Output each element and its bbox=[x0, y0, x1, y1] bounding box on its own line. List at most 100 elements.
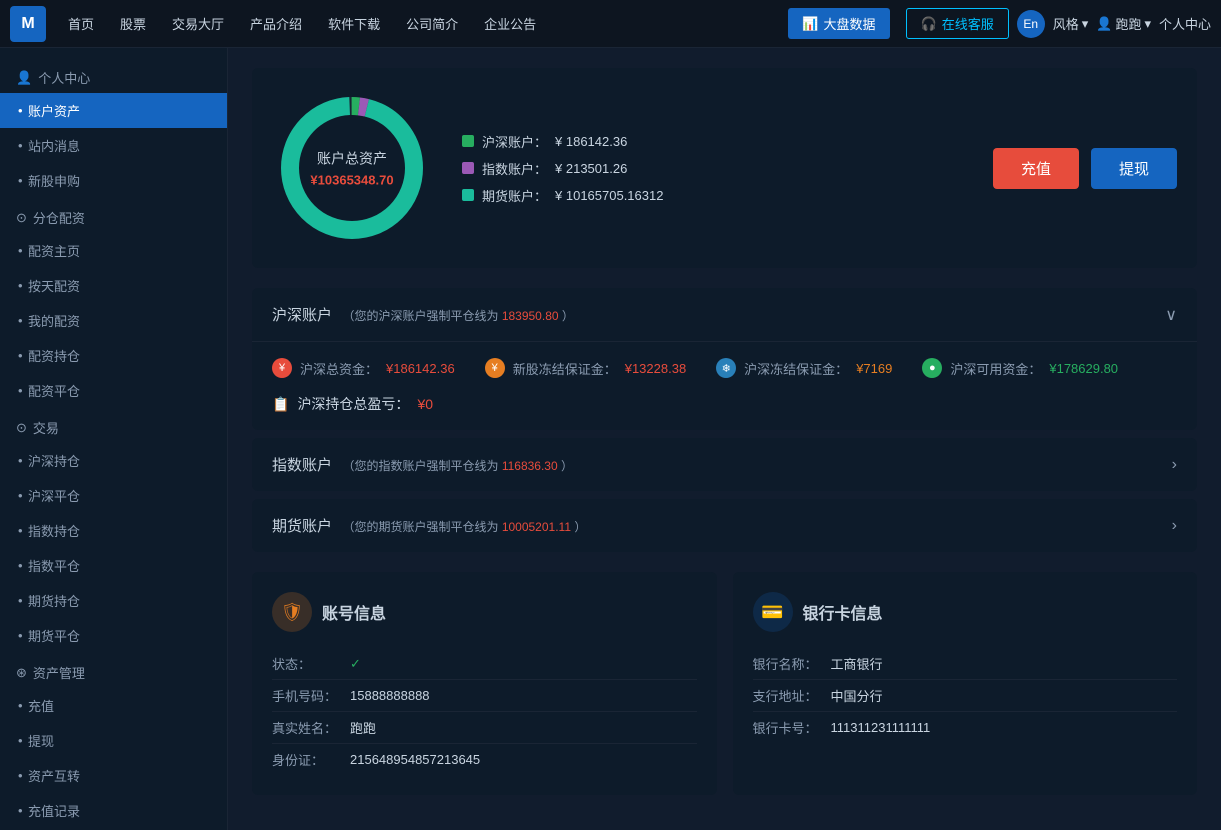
hushen-pnl-row: 📋 沪深持仓总盈亏： ¥0 bbox=[272, 394, 1177, 414]
sidebar-item-futures-close[interactable]: 期货平仓 bbox=[0, 618, 227, 653]
hushen-section-header[interactable]: 沪深账户 （您的沪深账户强制平仓线为 183950.80 ） ∨ bbox=[252, 288, 1197, 342]
legend-dot-hushen bbox=[462, 135, 474, 147]
legend-label-hushen: 沪深账户： bbox=[482, 132, 547, 151]
index-subtitle: （您的指数账户强制平仓线为 116836.30 ） bbox=[342, 459, 573, 473]
app-logo: M bbox=[10, 6, 46, 42]
user-icon: 👤 bbox=[1096, 16, 1112, 32]
sidebar-item-messages[interactable]: 站内消息 bbox=[0, 128, 227, 163]
sidebar-section-assets: ⊛ 资产管理 bbox=[0, 653, 227, 688]
sidebar-item-futures-positions[interactable]: 期货持仓 bbox=[0, 583, 227, 618]
margin-icon: ⊙ bbox=[16, 210, 27, 226]
donut-label: 账户总资产 ¥10365348.70 bbox=[310, 149, 393, 188]
legend-dot-futures bbox=[462, 189, 474, 201]
bank-info-header: 💳 银行卡信息 bbox=[753, 592, 1178, 632]
sidebar-item-transfer[interactable]: 资产互转 bbox=[0, 758, 227, 793]
style-button[interactable]: 风格 ▾ bbox=[1053, 14, 1089, 33]
main-layout: 👤 个人中心 账户资产 站内消息 新股申购 ⊙ 分仓配资 配资主页 按天配资 我… bbox=[0, 48, 1221, 830]
hushen-total-funds: ¥ 沪深总资金： ¥186142.36 bbox=[272, 358, 455, 378]
hushen-section-body: ¥ 沪深总资金： ¥186142.36 ¥ 新股冻结保证金： ¥13228.38… bbox=[252, 342, 1197, 430]
index-section-title-row: 指数账户 （您的指数账户强制平仓线为 116836.30 ） bbox=[272, 454, 573, 475]
legend-label-index: 指数账户： bbox=[482, 159, 547, 178]
sidebar-item-margin-home[interactable]: 配资主页 bbox=[0, 233, 227, 268]
hushen-deposit-icon: ❄ bbox=[716, 358, 736, 378]
pnl-icon: 📋 bbox=[272, 396, 289, 413]
hushen-frozen-icon: ¥ bbox=[485, 358, 505, 378]
person-icon: 👤 bbox=[16, 70, 32, 86]
language-switcher[interactable]: En bbox=[1017, 10, 1045, 38]
futures-section-header[interactable]: 期货账户 （您的期货账户强制平仓线为 10005201.11 ） › bbox=[252, 499, 1197, 552]
futures-account-section: 期货账户 （您的期货账户强制平仓线为 10005201.11 ） › bbox=[252, 499, 1197, 552]
sidebar-item-recharge-records[interactable]: 充值记录 bbox=[0, 793, 227, 828]
profile-center-link[interactable]: 个人中心 bbox=[1159, 14, 1211, 33]
nav-trading[interactable]: 交易大厅 bbox=[160, 8, 236, 39]
sidebar-item-margin-close[interactable]: 配资平仓 bbox=[0, 373, 227, 408]
legend-label-futures: 期货账户： bbox=[482, 186, 547, 205]
status-row: 状态： ✓ bbox=[272, 648, 697, 680]
hushen-available-funds: ● 沪深可用资金： ¥178629.80 bbox=[922, 358, 1118, 378]
sidebar-item-account-assets[interactable]: 账户资产 bbox=[0, 93, 227, 128]
legend-hushen: 沪深账户： ¥ 186142.36 bbox=[462, 132, 663, 151]
assets-icon: ⊛ bbox=[16, 665, 27, 681]
online-service-button[interactable]: 🎧 在线客服 bbox=[906, 8, 1009, 39]
nav-home[interactable]: 首页 bbox=[56, 8, 106, 39]
futures-subtitle: （您的期货账户强制平仓线为 10005201.11 ） bbox=[342, 520, 586, 534]
nav-about[interactable]: 公司简介 bbox=[394, 8, 470, 39]
sidebar-item-hushen-close[interactable]: 沪深平仓 bbox=[0, 478, 227, 513]
account-legend: 沪深账户： ¥ 186142.36 指数账户： ¥ 213501.26 期货账户… bbox=[462, 132, 663, 205]
legend-value-hushen: ¥ 186142.36 bbox=[555, 134, 627, 149]
nav-products[interactable]: 产品介绍 bbox=[238, 8, 314, 39]
chevron-right-icon: › bbox=[1172, 456, 1177, 474]
sidebar-item-withdraw[interactable]: 提现 bbox=[0, 723, 227, 758]
account-summary-card: 账户总资产 ¥10365348.70 沪深账户： ¥ 186142.36 指数账… bbox=[252, 68, 1197, 268]
sidebar-item-margin-positions[interactable]: 配资持仓 bbox=[0, 338, 227, 373]
hushen-frozen-deposit: ❄ 沪深冻结保证金： ¥7169 bbox=[716, 358, 892, 378]
card-number-row: 银行卡号： 111311231111111 bbox=[753, 712, 1178, 743]
index-account-section: 指数账户 （您的指数账户强制平仓线为 116836.30 ） › bbox=[252, 438, 1197, 491]
nav-software[interactable]: 软件下载 bbox=[316, 8, 392, 39]
trading-icon: ⊙ bbox=[16, 420, 27, 436]
hushen-subtitle: （您的沪深账户强制平仓线为 183950.80 ） bbox=[342, 309, 573, 323]
sidebar-item-new-shares[interactable]: 新股申购 bbox=[0, 163, 227, 198]
donut-chart: 账户总资产 ¥10365348.70 bbox=[272, 88, 432, 248]
top-navigation: M 首页 股票 交易大厅 产品介绍 软件下载 公司简介 企业公告 📊 大盘数据 … bbox=[0, 0, 1221, 48]
bank-name-row: 银行名称： 工商银行 bbox=[753, 648, 1178, 680]
main-content: 账户总资产 ¥10365348.70 沪深账户： ¥ 186142.36 指数账… bbox=[228, 48, 1221, 830]
account-info-header: 🛡 账号信息 bbox=[272, 592, 697, 632]
id-row: 身份证： 215648954857213645 bbox=[272, 744, 697, 775]
nav-links: 首页 股票 交易大厅 产品介绍 软件下载 公司简介 企业公告 bbox=[56, 8, 788, 39]
nav-news[interactable]: 企业公告 bbox=[472, 8, 548, 39]
sidebar-item-daily-margin[interactable]: 按天配资 bbox=[0, 268, 227, 303]
bank-info-icon: 💳 bbox=[753, 592, 793, 632]
account-info-icon: 🛡 bbox=[272, 592, 312, 632]
name-row: 真实姓名： 跑跑 bbox=[272, 712, 697, 744]
legend-value-futures: ¥ 10165705.16312 bbox=[555, 188, 663, 203]
account-info-card: 🛡 账号信息 状态： ✓ 手机号码： 15888888888 真实姓名： 跑跑 … bbox=[252, 572, 717, 795]
hushen-funds-icon: ¥ bbox=[272, 358, 292, 378]
hushen-section-title-row: 沪深账户 （您的沪深账户强制平仓线为 183950.80 ） bbox=[272, 304, 574, 325]
sidebar-item-my-margin[interactable]: 我的配资 bbox=[0, 303, 227, 338]
chevron-down-icon: ▾ bbox=[1082, 16, 1089, 32]
legend-value-index: ¥ 213501.26 bbox=[555, 161, 627, 176]
sidebar-item-hushen-positions[interactable]: 沪深持仓 bbox=[0, 443, 227, 478]
legend-dot-index bbox=[462, 162, 474, 174]
legend-futures: 期货账户： ¥ 10165705.16312 bbox=[462, 186, 663, 205]
bank-info-card: 💳 银行卡信息 银行名称： 工商银行 支行地址： 中国分行 银行卡号： 1113… bbox=[733, 572, 1198, 795]
branch-row: 支行地址： 中国分行 bbox=[753, 680, 1178, 712]
sidebar-item-index-close[interactable]: 指数平仓 bbox=[0, 548, 227, 583]
sidebar-item-recharge[interactable]: 充值 bbox=[0, 688, 227, 723]
nav-stocks[interactable]: 股票 bbox=[108, 8, 158, 39]
hushen-pnl-label: 沪深持仓总盈亏： bbox=[297, 394, 409, 414]
sidebar-section-personal: 👤 个人中心 bbox=[0, 58, 227, 93]
index-section-header[interactable]: 指数账户 （您的指数账户强制平仓线为 116836.30 ） › bbox=[252, 438, 1197, 491]
sidebar-item-index-positions[interactable]: 指数持仓 bbox=[0, 513, 227, 548]
phone-row: 手机号码： 15888888888 bbox=[272, 680, 697, 712]
hushen-account-section: 沪深账户 （您的沪深账户强制平仓线为 183950.80 ） ∨ ¥ 沪深总资金… bbox=[252, 288, 1197, 430]
chevron-right-icon-futures: › bbox=[1172, 517, 1177, 535]
recharge-button[interactable]: 充值 bbox=[993, 148, 1079, 189]
user-menu[interactable]: 👤 跑跑 ▾ bbox=[1096, 14, 1151, 33]
hushen-frozen-margin: ¥ 新股冻结保证金： ¥13228.38 bbox=[485, 358, 686, 378]
market-data-button[interactable]: 📊 大盘数据 bbox=[788, 8, 889, 39]
hushen-available-icon: ● bbox=[922, 358, 942, 378]
account-actions: 充值 提现 bbox=[993, 148, 1177, 189]
withdraw-button[interactable]: 提现 bbox=[1091, 148, 1177, 189]
